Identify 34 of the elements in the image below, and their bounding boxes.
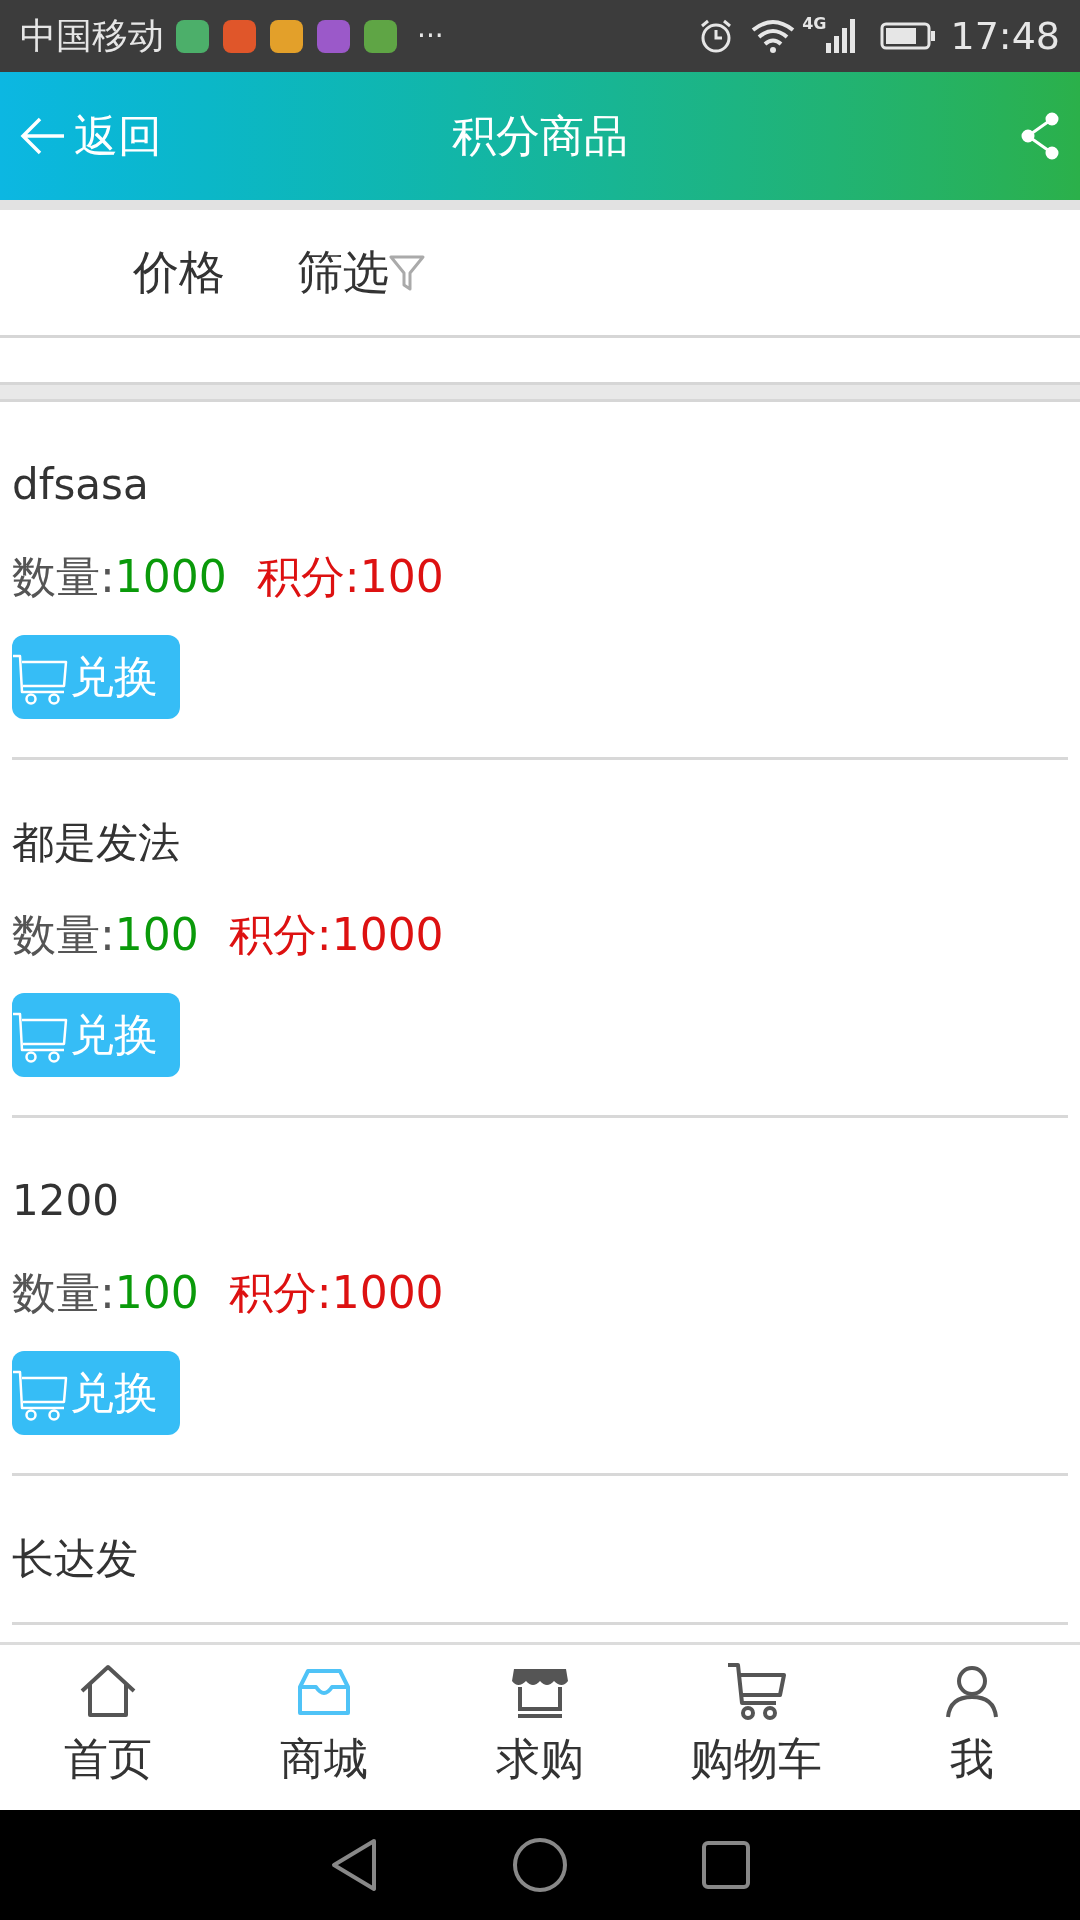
nav-tab[interactable]: 首页 — [0, 1645, 216, 1810]
square-recents-icon — [701, 1840, 751, 1890]
home-nav-button[interactable] — [512, 1837, 568, 1893]
clock-time: 17:48 — [950, 17, 1060, 55]
share-button[interactable] — [1020, 111, 1060, 161]
more-notifications: ··· — [417, 18, 444, 54]
wifi-icon — [750, 18, 797, 54]
filter-button[interactable]: 筛选 — [297, 238, 425, 307]
battery-icon — [880, 22, 937, 50]
points-value: 积分:100 — [256, 552, 444, 602]
points-value: 积分:1000 — [228, 910, 444, 960]
share-icon — [1021, 112, 1059, 160]
signal-icon — [826, 19, 857, 53]
network-type: 4G — [802, 13, 827, 35]
product-name: dfsasa — [12, 460, 150, 510]
quantity-label: 数量: — [12, 910, 115, 960]
quantity-value: 100 — [114, 1268, 199, 1318]
product-name: 长达发 — [12, 1534, 139, 1584]
triangle-back-icon — [330, 1837, 378, 1893]
quantity-value: 1000 — [114, 552, 227, 602]
page-title: 积分商品 — [452, 109, 628, 163]
product-name: 都是发法 — [12, 818, 181, 868]
nav-tab[interactable]: 求购 — [432, 1645, 648, 1810]
nav-tab[interactable]: 我 — [864, 1645, 1080, 1810]
carrier-name: 中国移动 — [20, 18, 164, 54]
quantity-label: 数量: — [12, 552, 115, 602]
quantity-label: 数量: — [12, 1268, 115, 1318]
price-sort-button[interactable]: 价格 — [133, 238, 225, 307]
nav-tab[interactable]: 购物车 — [648, 1645, 864, 1810]
circle-home-icon — [512, 1837, 568, 1893]
product-name: 1200 — [12, 1176, 120, 1226]
points-value: 积分:1000 — [228, 1268, 444, 1318]
quantity-value: 100 — [114, 910, 199, 960]
nav-tab[interactable]: 商城 — [216, 1645, 432, 1810]
